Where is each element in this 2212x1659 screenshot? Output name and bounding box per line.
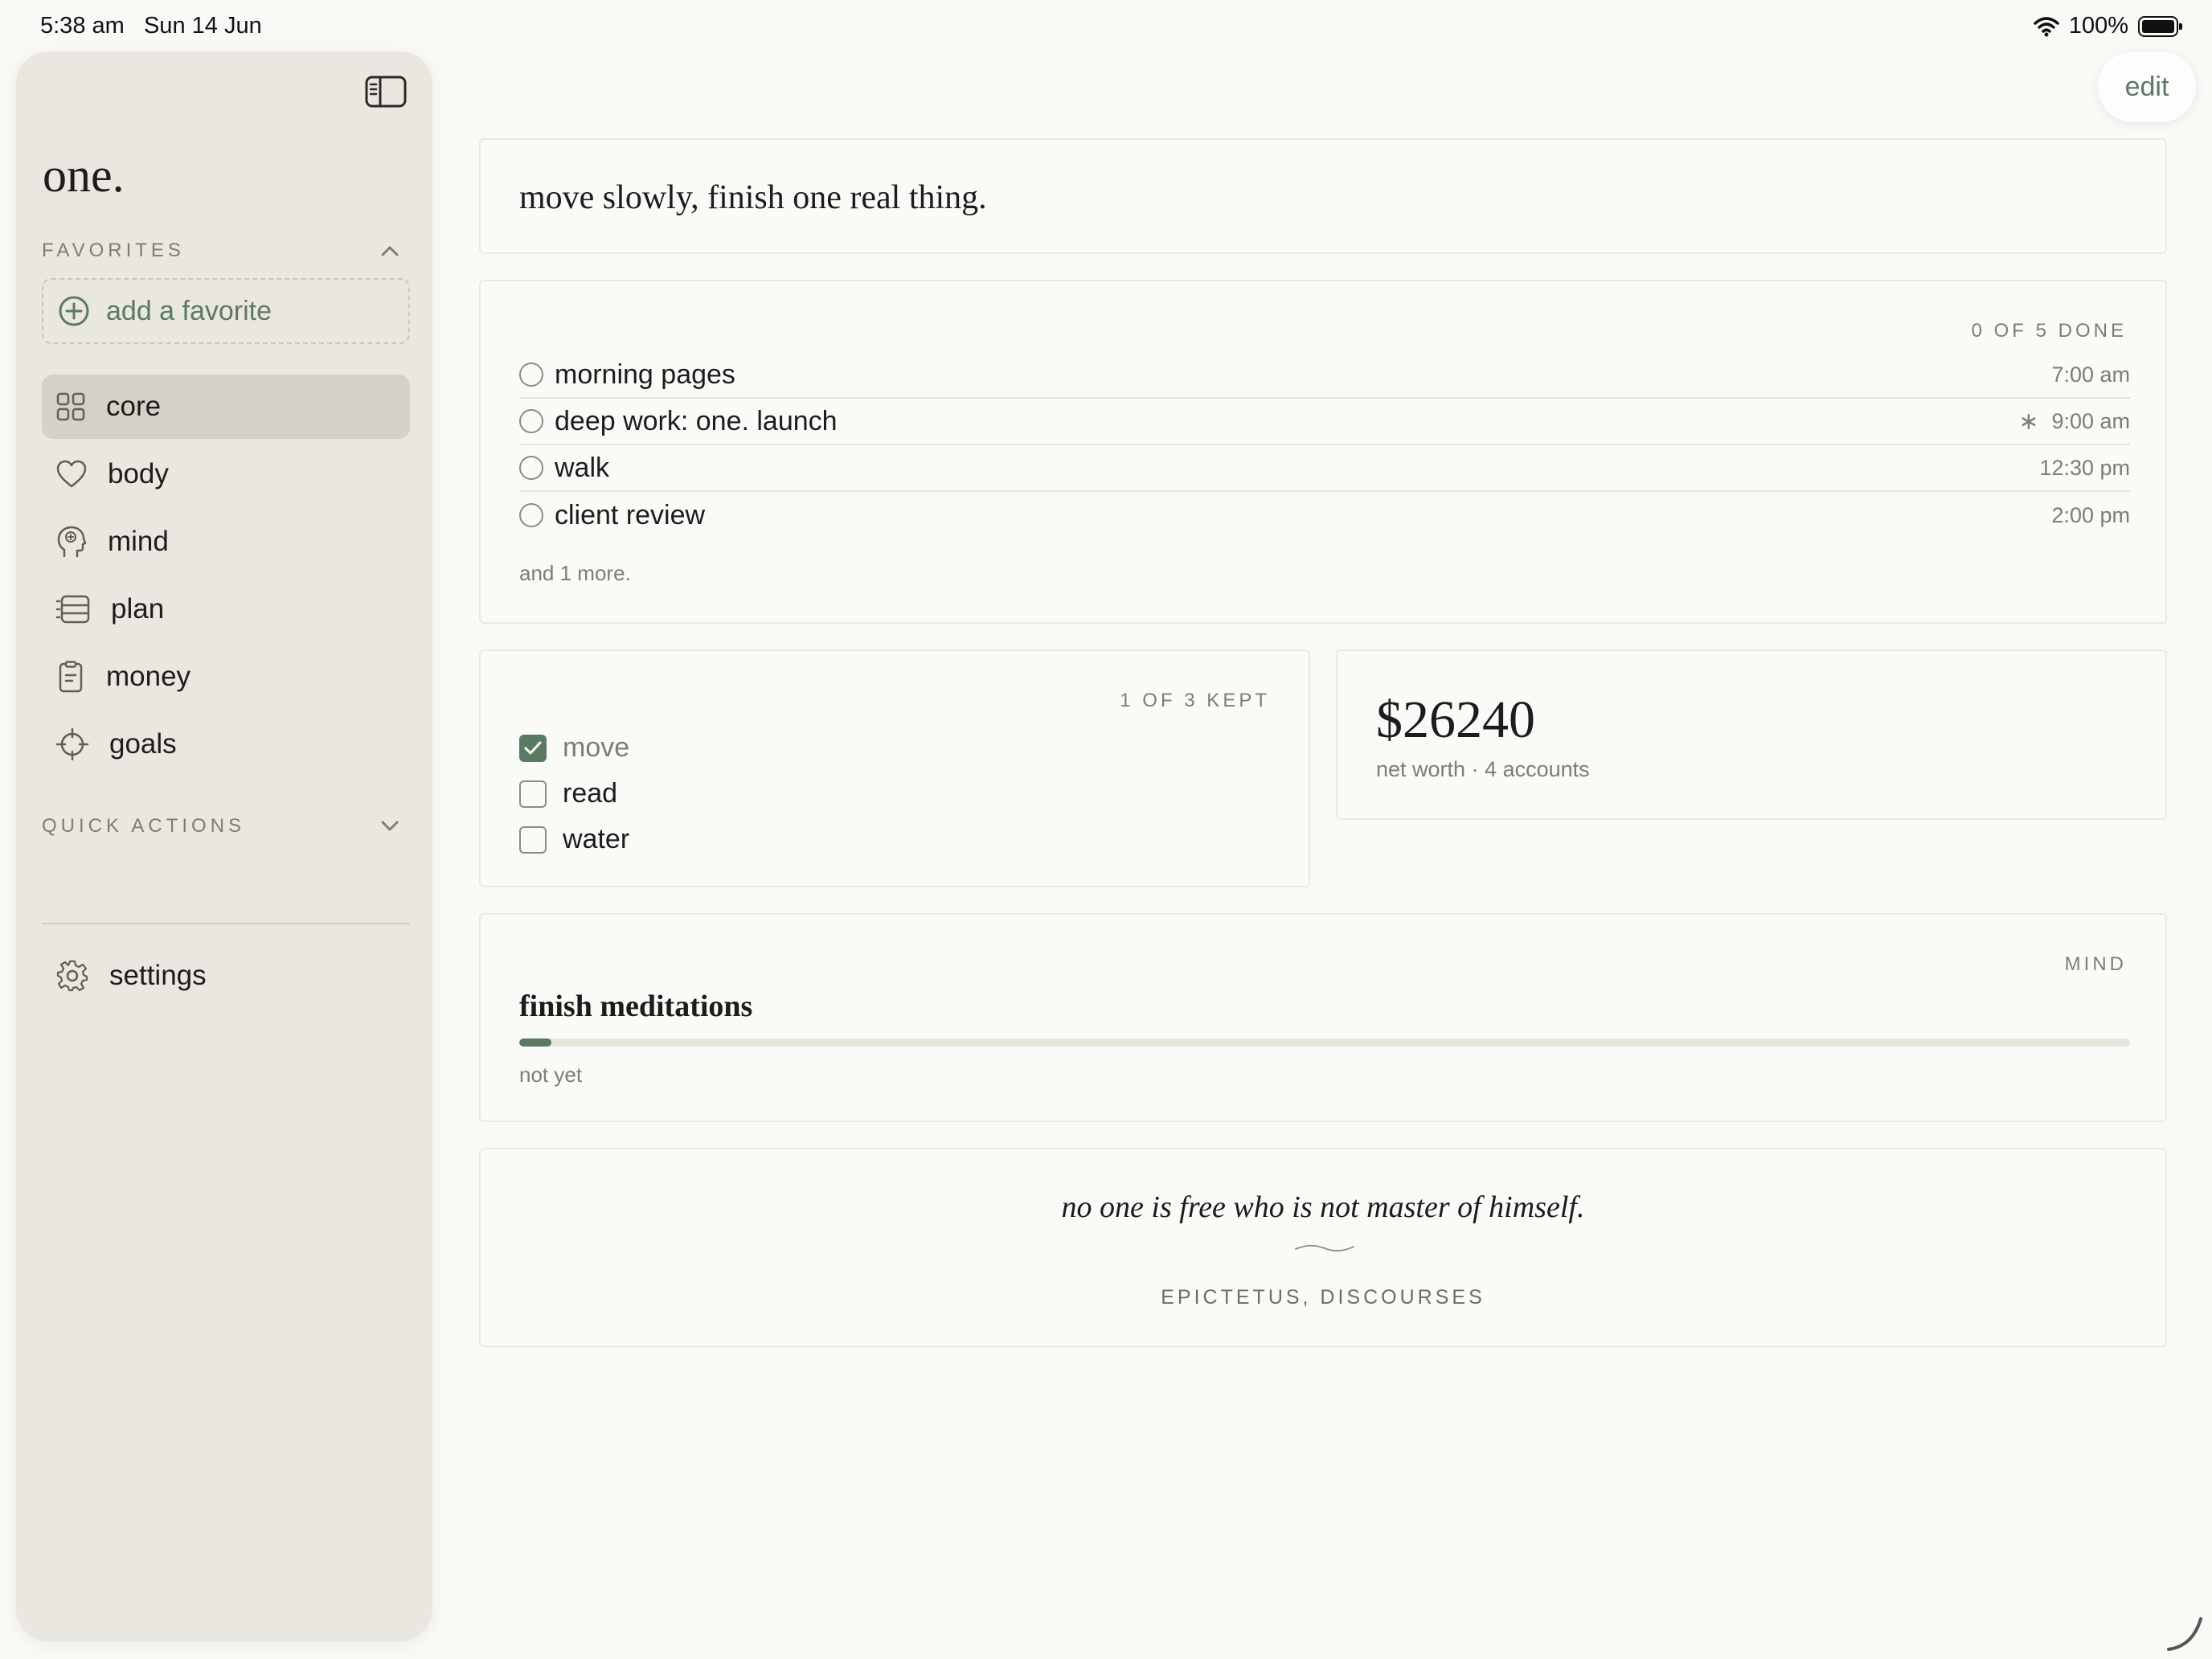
goal-title: finish meditations [519, 989, 753, 1023]
goal-category: MIND [2064, 953, 2127, 975]
add-favorite-button[interactable]: add a favorite [42, 278, 410, 344]
battery-percent: 100% [2068, 13, 2128, 39]
quote-text: no one is free who is not master of hims… [1061, 1190, 1585, 1224]
task-time: 9:00 am [2051, 408, 2130, 433]
sidebar-toggle-button[interactable] [362, 71, 410, 113]
task-checkbox[interactable] [519, 456, 543, 480]
sidebar-item-label: settings [109, 960, 207, 991]
sidebar-toggle-icon [365, 76, 407, 108]
sidebar-item-label: core [106, 391, 162, 422]
gear-icon [56, 960, 88, 992]
grid-icon [56, 392, 85, 421]
quick-actions-heading: QUICK ACTIONS [42, 815, 246, 837]
task-time: 12:30 pm [2039, 455, 2130, 480]
net-worth-amount: $26240 [1376, 690, 1535, 749]
sidebar-item-label: goals [109, 728, 177, 760]
status-right: 100% [2034, 13, 2182, 39]
task-name: walk [555, 452, 610, 483]
sidebar-item-body[interactable]: body [42, 442, 410, 506]
task-row[interactable]: morning pages 7:00 am [519, 352, 2130, 399]
task-name: deep work: one. launch [555, 405, 838, 436]
sidebar-item-money[interactable]: money [42, 645, 410, 709]
intention-card[interactable]: move slowly, finish one real thing. [479, 138, 2167, 254]
sidebar-item-core[interactable]: core [42, 375, 410, 439]
goal-progress-fill [519, 1038, 552, 1047]
status-bar: 5:38 am Sun 14 Jun 100% [0, 13, 2212, 42]
habit-checkbox[interactable] [519, 780, 547, 808]
net-worth-subtitle: net worth · 4 accounts [1376, 757, 1590, 781]
edit-button[interactable]: edit [2098, 51, 2196, 122]
sidebar: one. FAVORITES add a favorite core body … [16, 51, 432, 1641]
plus-circle-icon [59, 296, 89, 326]
habit-row[interactable]: move [519, 725, 629, 771]
sidebar-nav: core body mind plan money goals [42, 375, 410, 780]
sidebar-item-mind[interactable]: mind [42, 510, 410, 574]
favorites-header[interactable]: FAVORITES [42, 240, 410, 262]
add-favorite-label: add a favorite [106, 295, 272, 326]
wifi-icon [2034, 16, 2059, 36]
quote-author: EPICTETUS, DISCOURSES [1161, 1286, 1485, 1309]
sidebar-item-label: mind [108, 526, 169, 557]
tasks-card: 0 OF 5 DONE morning pages 7:00 am deep w… [479, 280, 2167, 624]
sidebar-item-label: plan [111, 593, 165, 625]
checkmark-icon [524, 741, 542, 754]
habit-label: read [563, 778, 618, 809]
swash-divider-icon [1295, 1244, 1354, 1251]
receipt-icon [59, 661, 83, 693]
asterisk-icon: ∗ [2018, 408, 2039, 435]
intention-text: move slowly, finish one real thing. [519, 179, 987, 216]
habit-row[interactable]: read [519, 771, 629, 817]
task-checkbox[interactable] [519, 409, 543, 433]
chevron-down-icon[interactable] [381, 821, 399, 832]
app-root: 5:38 am Sun 14 Jun 100% one. FAVORITES a… [0, 0, 2212, 1659]
habit-checkbox[interactable] [519, 734, 547, 762]
quote-card: no one is free who is not master of hims… [479, 1148, 2167, 1347]
task-checkbox[interactable] [519, 503, 543, 527]
habit-checkbox[interactable] [519, 825, 547, 854]
goal-card[interactable]: MIND finish meditations not yet [479, 913, 2167, 1122]
habits-card: 1 OF 3 KEPT move read water [479, 649, 1310, 887]
quick-actions-header[interactable]: QUICK ACTIONS [42, 815, 410, 838]
task-row[interactable]: walk 12:30 pm [519, 445, 2130, 492]
goal-progress-track [519, 1038, 2130, 1047]
status-time: 5:38 am Sun 14 Jun [40, 13, 262, 39]
habit-label: move [563, 732, 630, 763]
sidebar-divider [42, 923, 410, 924]
task-row[interactable]: deep work: one. launch ∗ 9:00 am [519, 399, 2130, 445]
goal-status: not yet [519, 1063, 583, 1087]
task-time: 7:00 am [2051, 362, 2130, 387]
task-name: morning pages [555, 358, 735, 390]
corner-gesture-icon [2167, 1617, 2202, 1651]
tasks-more-link[interactable]: and 1 more. [519, 561, 631, 586]
sidebar-item-goals[interactable]: goals [42, 712, 410, 776]
task-list: morning pages 7:00 am deep work: one. la… [519, 352, 2130, 539]
task-checkbox[interactable] [519, 363, 543, 387]
habit-label: water [563, 824, 630, 854]
net-worth-card[interactable]: $26240 net worth · 4 accounts [1336, 649, 2167, 820]
task-name: client review [555, 499, 706, 530]
sidebar-item-label: body [108, 458, 169, 490]
habit-list: move read water [519, 725, 629, 862]
task-row[interactable]: client review 2:00 pm [519, 492, 2130, 539]
sidebar-item-plan[interactable]: plan [42, 577, 410, 641]
sidebar-item-label: money [106, 661, 191, 692]
tasks-summary: 0 OF 5 DONE [1971, 320, 2127, 342]
chevron-up-icon[interactable] [381, 245, 399, 256]
sidebar-item-settings[interactable]: settings [42, 944, 410, 1008]
list-icon [56, 595, 90, 624]
battery-icon [2138, 15, 2182, 37]
favorites-heading: FAVORITES [42, 240, 185, 261]
task-time: 2:00 pm [2051, 502, 2130, 527]
settings-section: settings [42, 944, 410, 1011]
habits-summary: 1 OF 3 KEPT [1120, 690, 1270, 711]
app-brand: one. [43, 149, 125, 202]
brain-head-icon [57, 526, 87, 558]
heart-icon [56, 460, 87, 488]
habit-row[interactable]: water [519, 817, 629, 862]
crosshair-icon [56, 728, 88, 760]
